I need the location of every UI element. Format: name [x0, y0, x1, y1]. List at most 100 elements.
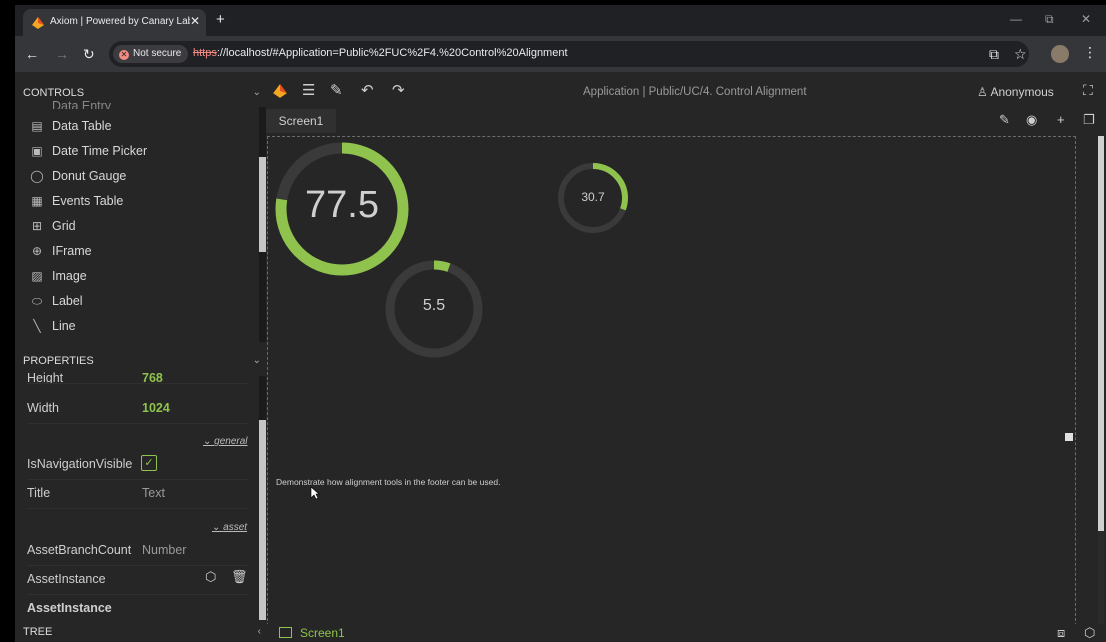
code-icon[interactable]: ⧈: [1057, 625, 1065, 641]
control-item-label[interactable]: ⬭ Label: [29, 294, 83, 316]
property-label: AssetInstance: [27, 572, 106, 586]
properties-scrollbar[interactable]: [259, 376, 266, 620]
property-value[interactable]: 1024: [142, 401, 170, 415]
grid-icon: ⊞: [31, 219, 43, 233]
install-icon[interactable]: ⧉: [989, 46, 999, 63]
tab-strip: Axiom | Powered by Canary Lab ✕ + — ⧉ ✕: [15, 5, 1106, 36]
property-value[interactable]: 768: [142, 371, 163, 383]
control-item-partial[interactable]: Data Entry: [29, 99, 111, 109]
chevron-down-icon[interactable]: ⌄: [253, 347, 261, 375]
control-item-label: Grid: [52, 219, 76, 233]
property-asset-branch-count: AssetBranchCount Number: [27, 536, 249, 566]
property-is-navigation-visible: IsNavigationVisible ✓: [27, 450, 249, 480]
canvas-scrollbar[interactable]: [1098, 136, 1104, 624]
forward-icon[interactable]: →: [55, 46, 69, 62]
kebab-menu-icon[interactable]: ⋮: [1083, 44, 1097, 61]
property-value[interactable]: Text: [142, 486, 165, 500]
control-item-iframe[interactable]: ⊕ IFrame: [29, 244, 92, 266]
donut-gauge-medium[interactable]: 5.5: [384, 259, 484, 359]
screen-canvas[interactable]: 77.5 30.7 5.5 Demonstrate how alignment …: [267, 136, 1076, 626]
property-label: Width: [27, 401, 59, 415]
restore-icon[interactable]: ⧉: [1045, 12, 1054, 27]
canvas-scroll-thumb[interactable]: [1098, 136, 1104, 531]
redo-icon[interactable]: ↷: [392, 81, 405, 99]
controls-scroll-thumb[interactable]: [259, 157, 266, 252]
pencil-icon[interactable]: ✎: [999, 112, 1010, 128]
chevron-down-icon[interactable]: ⌄: [253, 79, 261, 107]
checkbox[interactable]: ✓: [141, 455, 157, 471]
breadcrumb: Application | Public/UC/4. Control Align…: [583, 86, 807, 98]
control-item-label: IFrame: [52, 244, 92, 258]
events-icon: ▦: [31, 194, 43, 208]
calendar-icon: ▣: [31, 144, 43, 158]
cube-icon[interactable]: ⬡: [205, 569, 216, 585]
control-item-events-table[interactable]: ▦ Events Table: [29, 194, 123, 216]
control-item-image[interactable]: ▨ Image: [29, 269, 86, 291]
cube-icon[interactable]: ⬡: [1084, 625, 1095, 641]
user-icon: ♙: [977, 85, 988, 99]
security-label: Not secure: [133, 48, 182, 59]
property-label: Height: [27, 371, 64, 384]
property-value[interactable]: Number: [142, 543, 186, 557]
control-item-label: Date Time Picker: [52, 144, 148, 158]
property-width: Width 1024: [27, 394, 249, 424]
gauge-value: 5.5: [422, 297, 446, 314]
property-height: Height 768: [27, 369, 249, 384]
control-item-label: Data Entry: [52, 99, 112, 109]
control-item-label: Events Table: [52, 194, 124, 208]
control-item-label: Data Table: [52, 119, 112, 133]
menu-icon[interactable]: ☰: [302, 81, 315, 99]
back-icon[interactable]: ←: [25, 46, 39, 62]
donut-icon: ◯: [30, 169, 44, 183]
control-item-date-time-picker[interactable]: ▣ Date Time Picker: [29, 144, 147, 166]
star-icon[interactable]: ☆: [1014, 46, 1027, 63]
properties-title: PROPERTIES: [23, 355, 94, 367]
control-item-data-table[interactable]: ▤ Data Table: [29, 119, 112, 141]
edit-tools-icon[interactable]: ✎: [330, 81, 343, 99]
table-icon: ▤: [31, 119, 43, 133]
donut-gauge-large[interactable]: 77.5: [273, 140, 411, 278]
property-title: Title Text: [27, 479, 249, 509]
reload-icon[interactable]: ↻: [83, 46, 95, 63]
control-item-label: Line: [52, 319, 76, 333]
browser-tab[interactable]: Axiom | Powered by Canary Lab ✕: [23, 9, 206, 36]
properties-scroll-thumb[interactable]: [259, 420, 266, 620]
security-chip[interactable]: ✕ Not secure: [113, 45, 189, 63]
eye-icon[interactable]: ◉: [1026, 112, 1037, 128]
undo-icon[interactable]: ↶: [361, 81, 374, 99]
address-bar[interactable]: ✕ Not secure https://localhost/#Applicati…: [109, 41, 1029, 67]
section-asset[interactable]: ⌄ asset: [212, 522, 247, 533]
gauge-value: 77.5: [305, 184, 379, 226]
section-label: asset: [223, 522, 248, 533]
fullscreen-icon[interactable]: ⛶: [1083, 82, 1093, 99]
image-icon: ▨: [31, 269, 43, 283]
close-tab-icon[interactable]: ✕: [190, 14, 200, 28]
axiom-logo-icon[interactable]: [272, 83, 288, 99]
close-window-icon[interactable]: ✕: [1081, 12, 1091, 26]
footer-tab-screen1[interactable]: Screen1: [279, 626, 345, 640]
globe-icon: ⊕: [31, 244, 43, 258]
tree-panel-header[interactable]: TREE ‹: [15, 618, 267, 642]
resize-handle[interactable]: [1065, 433, 1073, 441]
controls-scrollbar[interactable]: [259, 107, 266, 342]
mouse-cursor-icon: [310, 486, 320, 500]
footer-bar: Screen1 ⧈ ⬡: [267, 624, 1106, 642]
section-general[interactable]: ⌄ general: [203, 436, 248, 447]
control-item-grid[interactable]: ⊞ Grid: [29, 219, 76, 241]
axiom-logo-icon: [32, 17, 44, 29]
control-item-line[interactable]: ╲ Line: [29, 319, 76, 341]
trash-icon[interactable]: 🗑: [231, 569, 248, 585]
control-item-donut-gauge[interactable]: ◯ Donut Gauge: [29, 169, 126, 191]
property-label: AssetInstance: [27, 601, 112, 615]
browser-toolbar: ← → ↻ ✕ Not secure https://localhost/#App…: [15, 36, 1106, 72]
new-tab-button[interactable]: +: [216, 11, 225, 28]
copy-icon[interactable]: ❐: [1083, 112, 1095, 128]
add-icon[interactable]: +: [1057, 112, 1065, 127]
profile-avatar[interactable]: [1051, 45, 1069, 63]
chevron-left-icon[interactable]: ‹: [258, 618, 261, 642]
user-menu[interactable]: ♙ Anonymous: [977, 85, 1054, 99]
minimize-icon[interactable]: —: [1010, 12, 1022, 26]
tab-screen1[interactable]: Screen1: [266, 109, 336, 133]
donut-gauge-small[interactable]: 30.7: [557, 162, 629, 234]
url-text[interactable]: https://localhost/#Application=Public%2F…: [193, 47, 568, 59]
